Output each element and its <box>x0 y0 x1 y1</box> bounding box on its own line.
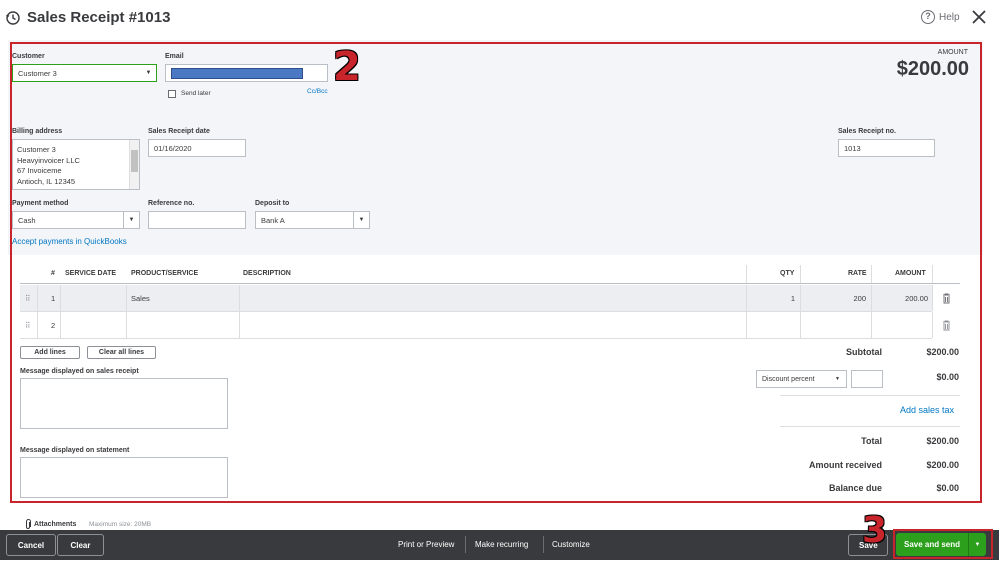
history-icon[interactable] <box>5 10 21 26</box>
clear-button[interactable]: Clear <box>57 534 104 556</box>
attachments-label[interactable]: Attachments <box>34 521 76 528</box>
paperclip-icon <box>26 519 31 529</box>
step-annotation-3: 3 <box>862 510 888 551</box>
attachments-max-size: Maximum size: 20MB <box>89 521 152 528</box>
print-preview-link[interactable]: Print or Preview <box>398 540 454 549</box>
annotation-highlight-box <box>10 42 982 503</box>
title-bar: Sales Receipt #1013 ? Help <box>0 0 999 38</box>
make-recurring-link[interactable]: Make recurring <box>475 540 528 549</box>
close-icon[interactable] <box>970 8 988 26</box>
customize-link[interactable]: Customize <box>552 540 590 549</box>
annotation-highlight-box <box>893 529 993 559</box>
page-title: Sales Receipt #1013 <box>27 9 171 26</box>
question-icon: ? <box>921 10 935 24</box>
help-label: Help <box>939 11 960 23</box>
cancel-button[interactable]: Cancel <box>6 534 56 556</box>
footer-bar: Cancel Clear Print or Preview Make recur… <box>0 530 999 560</box>
help-button[interactable]: ? Help <box>921 10 960 24</box>
